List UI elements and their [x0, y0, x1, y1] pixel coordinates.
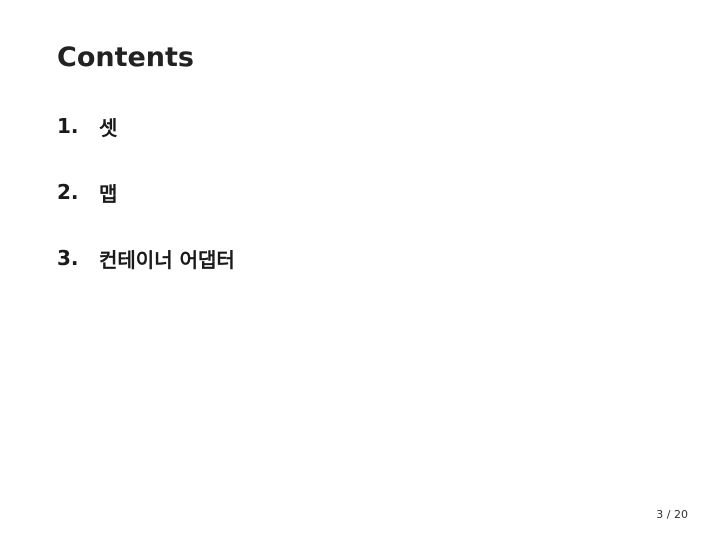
contents-item-label: 맵 — [99, 181, 118, 206]
slide: Contents 1. 셋 2. 맵 3. 컨테이너 어댑터 3 / 20 — [0, 0, 720, 540]
contents-list: 1. 셋 2. 맵 3. 컨테이너 어댑터 — [57, 106, 235, 304]
contents-item-label: 셋 — [99, 115, 118, 140]
contents-item-label: 컨테이너 어댑터 — [99, 247, 235, 272]
slide-title: Contents — [57, 42, 195, 73]
page-number: 3 / 20 — [656, 508, 688, 521]
contents-item-map: 2. 맵 — [57, 172, 235, 212]
contents-item-number: 3. — [57, 246, 79, 270]
contents-item-number: 2. — [57, 180, 79, 204]
contents-item-number: 1. — [57, 114, 79, 138]
contents-item-set: 1. 셋 — [57, 106, 235, 146]
contents-item-container-adapter: 3. 컨테이너 어댑터 — [57, 238, 235, 278]
